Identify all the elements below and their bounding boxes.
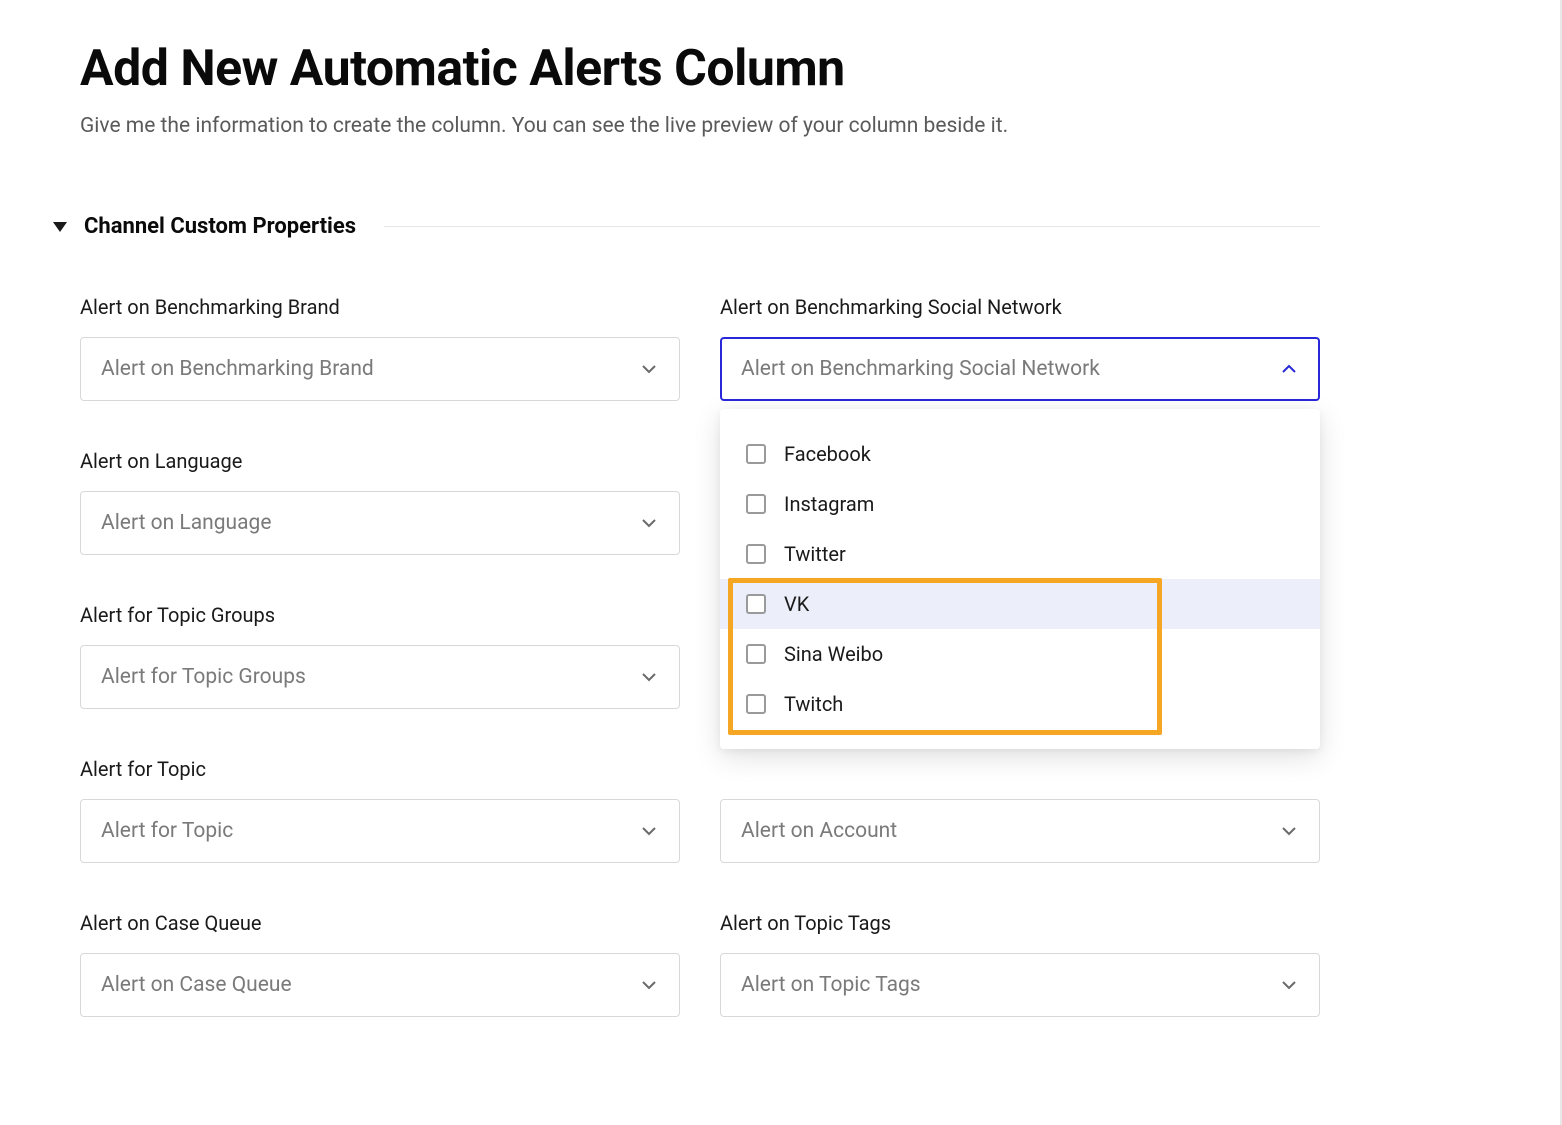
- chevron-down-icon: [639, 979, 659, 991]
- field-topic-tags: Alert on Topic Tags Alert on Topic Tags: [720, 911, 1320, 1017]
- checkbox-icon[interactable]: [746, 694, 766, 714]
- option-instagram[interactable]: Instagram: [720, 479, 1320, 529]
- checkbox-icon[interactable]: [746, 594, 766, 614]
- field-case-queue: Alert on Case Queue Alert on Case Queue: [80, 911, 680, 1017]
- dropdown-topic-groups[interactable]: Alert for Topic Groups: [80, 645, 680, 709]
- field-topic-groups: Alert for Topic Groups Alert for Topic G…: [80, 603, 680, 709]
- page-title: Add New Automatic Alerts Column: [80, 40, 1320, 98]
- dropdown-placeholder: Alert for Topic: [101, 819, 233, 843]
- dropdown-placeholder: Alert for Topic Groups: [101, 665, 306, 689]
- section-title: Channel Custom Properties: [84, 214, 356, 239]
- option-twitch[interactable]: Twitch: [720, 679, 1320, 729]
- option-label: Sina Weibo: [784, 642, 883, 666]
- field-topic: Alert for Topic Alert for Topic: [80, 757, 680, 863]
- option-label: Twitter: [784, 542, 846, 566]
- checkbox-icon[interactable]: [746, 494, 766, 514]
- dropdown-placeholder: Alert on Case Queue: [101, 973, 292, 997]
- dropdown-placeholder: Alert on Benchmarking Brand: [101, 357, 374, 381]
- dropdown-topic-tags[interactable]: Alert on Topic Tags: [720, 953, 1320, 1017]
- option-sina-weibo[interactable]: Sina Weibo: [720, 629, 1320, 679]
- dropdown-menu-social-network: Facebook Instagram Twitter VK Sina Weibo: [720, 409, 1320, 749]
- option-facebook[interactable]: Facebook: [720, 429, 1320, 479]
- form-grid: Alert on Benchmarking Brand Alert on Ben…: [80, 295, 1320, 1017]
- chevron-down-icon: [1279, 825, 1299, 837]
- dropdown-placeholder: Alert on Account: [741, 819, 897, 843]
- checkbox-icon[interactable]: [746, 644, 766, 664]
- section-header[interactable]: Channel Custom Properties: [80, 214, 1320, 239]
- option-twitter[interactable]: Twitter: [720, 529, 1320, 579]
- dropdown-placeholder: Alert on Language: [101, 511, 271, 535]
- label-topic-groups: Alert for Topic Groups: [80, 603, 680, 627]
- dropdown-placeholder: Alert on Topic Tags: [741, 973, 921, 997]
- chevron-down-icon: [639, 363, 659, 375]
- dropdown-language[interactable]: Alert on Language: [80, 491, 680, 555]
- chevron-down-icon: [639, 825, 659, 837]
- dropdown-account[interactable]: Alert on Account: [720, 799, 1320, 863]
- field-benchmarking-brand: Alert on Benchmarking Brand Alert on Ben…: [80, 295, 680, 401]
- label-case-queue: Alert on Case Queue: [80, 911, 680, 935]
- dropdown-benchmarking-brand[interactable]: Alert on Benchmarking Brand: [80, 337, 680, 401]
- option-vk[interactable]: VK: [720, 579, 1320, 629]
- label-topic-tags: Alert on Topic Tags: [720, 911, 1320, 935]
- label-benchmarking-brand: Alert on Benchmarking Brand: [80, 295, 680, 319]
- label-benchmarking-social-network: Alert on Benchmarking Social Network: [720, 295, 1320, 319]
- option-label: Twitch: [784, 692, 843, 716]
- dropdown-topic[interactable]: Alert for Topic: [80, 799, 680, 863]
- chevron-down-icon: [639, 517, 659, 529]
- field-language: Alert on Language Alert on Language: [80, 449, 680, 555]
- option-label: Facebook: [784, 442, 871, 466]
- chevron-up-icon: [1279, 363, 1299, 375]
- collapse-toggle-icon[interactable]: [52, 219, 68, 235]
- section-divider: [384, 226, 1320, 227]
- label-topic: Alert for Topic: [80, 757, 680, 781]
- option-label: VK: [784, 592, 809, 616]
- checkbox-icon[interactable]: [746, 544, 766, 564]
- checkbox-icon[interactable]: [746, 444, 766, 464]
- chevron-down-icon: [639, 671, 659, 683]
- option-label: Instagram: [784, 492, 874, 516]
- chevron-down-icon: [1279, 979, 1299, 991]
- dropdown-benchmarking-social-network[interactable]: Alert on Benchmarking Social Network: [720, 337, 1320, 401]
- dropdown-placeholder: Alert on Benchmarking Social Network: [741, 357, 1100, 381]
- page-subtitle: Give me the information to create the co…: [80, 114, 1320, 138]
- dropdown-case-queue[interactable]: Alert on Case Queue: [80, 953, 680, 1017]
- field-account: Alert on Account: [720, 757, 1320, 863]
- label-language: Alert on Language: [80, 449, 680, 473]
- field-benchmarking-social-network: Alert on Benchmarking Social Network Ale…: [720, 295, 1320, 401]
